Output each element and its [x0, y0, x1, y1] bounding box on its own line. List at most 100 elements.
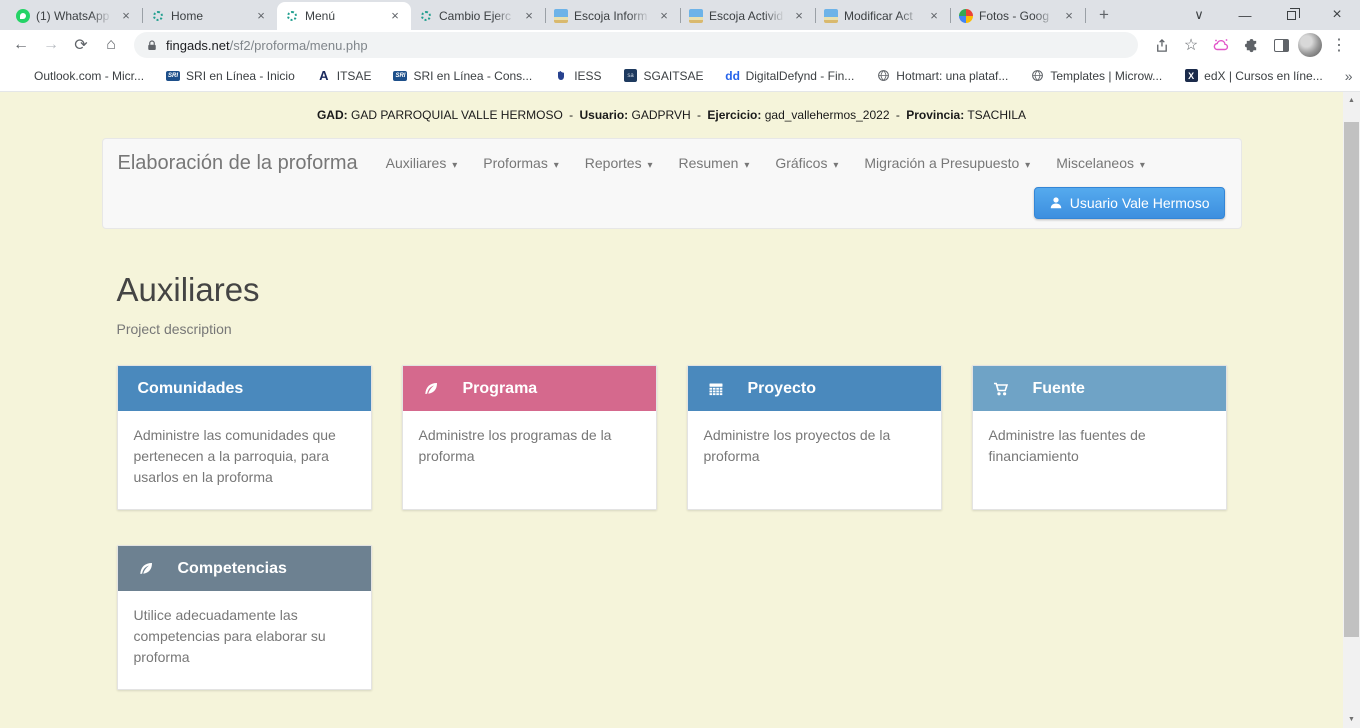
close-window-button[interactable]: ×: [1314, 0, 1360, 30]
menu-graficos[interactable]: Gráficos ▾: [762, 155, 851, 171]
card-header: Comunidades: [118, 366, 371, 411]
user-button[interactable]: Usuario Vale Hermoso: [1034, 187, 1225, 219]
shopping-cart-icon: [993, 381, 1009, 397]
bookmark-label: DigitalDefynd - Fin...: [746, 69, 855, 83]
main-navbar: Elaboración de la proforma Auxiliares ▾ …: [102, 138, 1242, 229]
itsae-icon: A: [317, 69, 331, 83]
menu-proformas[interactable]: Proformas ▾: [470, 155, 572, 171]
separator: -: [697, 108, 701, 122]
google-photos-icon: [959, 9, 973, 23]
tab-whatsapp[interactable]: (1) WhatsApp ×: [8, 2, 142, 30]
card-fuente[interactable]: Fuente Administre las fuentes de financi…: [972, 365, 1227, 510]
bookmark-label: SGAITSAE: [644, 69, 704, 83]
lock-icon: [146, 39, 158, 52]
bookmark-iess[interactable]: IESS: [554, 69, 601, 83]
caret-down-icon: ▾: [833, 160, 838, 171]
landscape-image-icon: [689, 9, 703, 23]
menu-resumen[interactable]: Resumen ▾: [666, 155, 763, 171]
bookmark-star-button[interactable]: ☆: [1178, 32, 1204, 58]
tab-close-icon[interactable]: ×: [791, 8, 807, 24]
tab-modificar-actividad[interactable]: Modificar Act ×: [816, 2, 950, 30]
bookmark-outlook[interactable]: Outlook.com - Micr...: [14, 69, 144, 83]
bookmark-label: Hotmart: una plataf...: [896, 69, 1008, 83]
forward-button[interactable]: →: [38, 32, 64, 58]
usuario-label: Usuario:: [580, 108, 629, 122]
bookmark-templates[interactable]: Templates | Microw...: [1030, 69, 1162, 83]
card-header: Proyecto: [688, 366, 941, 411]
bookmark-label: edX | Cursos en líne...: [1204, 69, 1323, 83]
bookmark-hotmart[interactable]: Hotmart: una plataf...: [876, 69, 1008, 83]
scroll-up-arrow[interactable]: ▲: [1343, 92, 1360, 109]
tab-escoja-actividad[interactable]: Escoja Activid ×: [681, 2, 815, 30]
tab-close-icon[interactable]: ×: [387, 8, 403, 24]
tab-close-icon[interactable]: ×: [521, 8, 537, 24]
menu-miscelaneos[interactable]: Miscelaneos ▾: [1043, 155, 1158, 171]
card-description: Administre las comunidades que pertenece…: [118, 411, 371, 509]
card-description: Administre los programas de la proforma: [403, 411, 656, 509]
tab-close-icon[interactable]: ×: [118, 8, 134, 24]
minimize-button[interactable]: —: [1222, 0, 1268, 30]
url-domain: fingads.net: [166, 38, 230, 53]
tab-close-icon[interactable]: ×: [253, 8, 269, 24]
tab-close-icon[interactable]: ×: [1061, 8, 1077, 24]
card-header: Fuente: [973, 366, 1226, 411]
card-comunidades[interactable]: Comunidades Administre las comunidades q…: [117, 365, 372, 510]
scroll-down-arrow[interactable]: ▼: [1343, 711, 1360, 728]
tab-google-fotos[interactable]: Fotos - Goog ×: [951, 2, 1085, 30]
tab-escoja-informacion[interactable]: Escoja Inform ×: [546, 2, 680, 30]
person-icon: [1049, 196, 1063, 210]
card-title: Comunidades: [138, 380, 244, 398]
separator: -: [569, 108, 573, 122]
navbar-brand[interactable]: Elaboración de la proforma: [103, 152, 373, 175]
provincia-value: TSACHILA: [967, 108, 1026, 122]
cards-grid: Comunidades Administre las comunidades q…: [117, 365, 1227, 690]
bookmark-sri-inicio[interactable]: SRI SRI en Línea - Inicio: [166, 69, 295, 83]
side-panel-button[interactable]: [1268, 32, 1294, 58]
new-tab-button[interactable]: +: [1090, 1, 1118, 29]
tab-close-icon[interactable]: ×: [656, 8, 672, 24]
edx-icon: X: [1184, 69, 1198, 83]
extensions-button[interactable]: [1238, 32, 1264, 58]
card-description: Administre los proyectos de la proforma: [688, 411, 941, 509]
bookmark-sri-consultas[interactable]: SRI SRI en Línea - Cons...: [393, 69, 532, 83]
card-description: Administre las fuentes de financiamiento: [973, 411, 1226, 509]
tab-close-icon[interactable]: ×: [926, 8, 942, 24]
bookmarks-overflow-chevron[interactable]: »: [1345, 68, 1353, 84]
profile-avatar[interactable]: [1298, 33, 1322, 57]
menu-migracion-presupuesto[interactable]: Migración a Presupuesto ▾: [851, 155, 1043, 171]
gad-value: GAD PARROQUIAL VALLE HERMOSO: [351, 108, 563, 122]
tab-title: (1) WhatsApp: [36, 9, 112, 23]
browser-toolbar: ← → ⟳ ⌂ fingads.net/sf2/proforma/menu.ph…: [0, 30, 1360, 60]
address-bar[interactable]: fingads.net/sf2/proforma/menu.php: [134, 32, 1138, 58]
bookmark-sgaitsae[interactable]: sa SGAITSAE: [624, 69, 704, 83]
share-button[interactable]: [1148, 32, 1174, 58]
pink-extension-button[interactable]: [1208, 32, 1234, 58]
page-title: Auxiliares: [117, 271, 1227, 309]
tab-cambio-ejercicio[interactable]: Cambio Ejerc ×: [411, 2, 545, 30]
bookmark-label: IESS: [574, 69, 601, 83]
page-scrollbar[interactable]: ▲ ▼: [1343, 92, 1360, 728]
tab-search-chevron-icon[interactable]: ∨: [1176, 0, 1222, 30]
card-competencias[interactable]: Competencias Utilice adecuadamente las c…: [117, 545, 372, 690]
bookmark-edx[interactable]: X edX | Cursos en líne...: [1184, 69, 1323, 83]
caret-down-icon: ▾: [647, 160, 652, 171]
bookmark-digitaldefynd[interactable]: dd DigitalDefynd - Fin...: [726, 69, 855, 83]
card-proyecto[interactable]: Proyecto Administre los proyectos de la …: [687, 365, 942, 510]
card-programa[interactable]: Programa Administre los programas de la …: [402, 365, 657, 510]
back-button[interactable]: ←: [8, 32, 34, 58]
browser-menu-button[interactable]: ⋮: [1326, 32, 1352, 58]
restore-button[interactable]: [1268, 0, 1314, 30]
tab-title: Cambio Ejerc: [439, 9, 515, 23]
url-text: fingads.net/sf2/proforma/menu.php: [166, 38, 368, 53]
site-flower-icon: [287, 11, 297, 21]
tab-strip: (1) WhatsApp × Home × Menú × Cambio Ejer…: [0, 0, 1360, 30]
tab-menu-active[interactable]: Menú ×: [277, 2, 411, 30]
home-button[interactable]: ⌂: [98, 32, 124, 58]
bookmark-itsae[interactable]: A ITSAE: [317, 69, 372, 83]
tab-home[interactable]: Home ×: [143, 2, 277, 30]
scrollbar-thumb[interactable]: [1344, 122, 1359, 637]
card-description: Utilice adecuadamente las competencias p…: [118, 591, 371, 689]
menu-reportes[interactable]: Reportes ▾: [572, 155, 666, 171]
menu-auxiliares[interactable]: Auxiliares ▾: [373, 155, 471, 171]
reload-button[interactable]: ⟳: [68, 32, 94, 58]
